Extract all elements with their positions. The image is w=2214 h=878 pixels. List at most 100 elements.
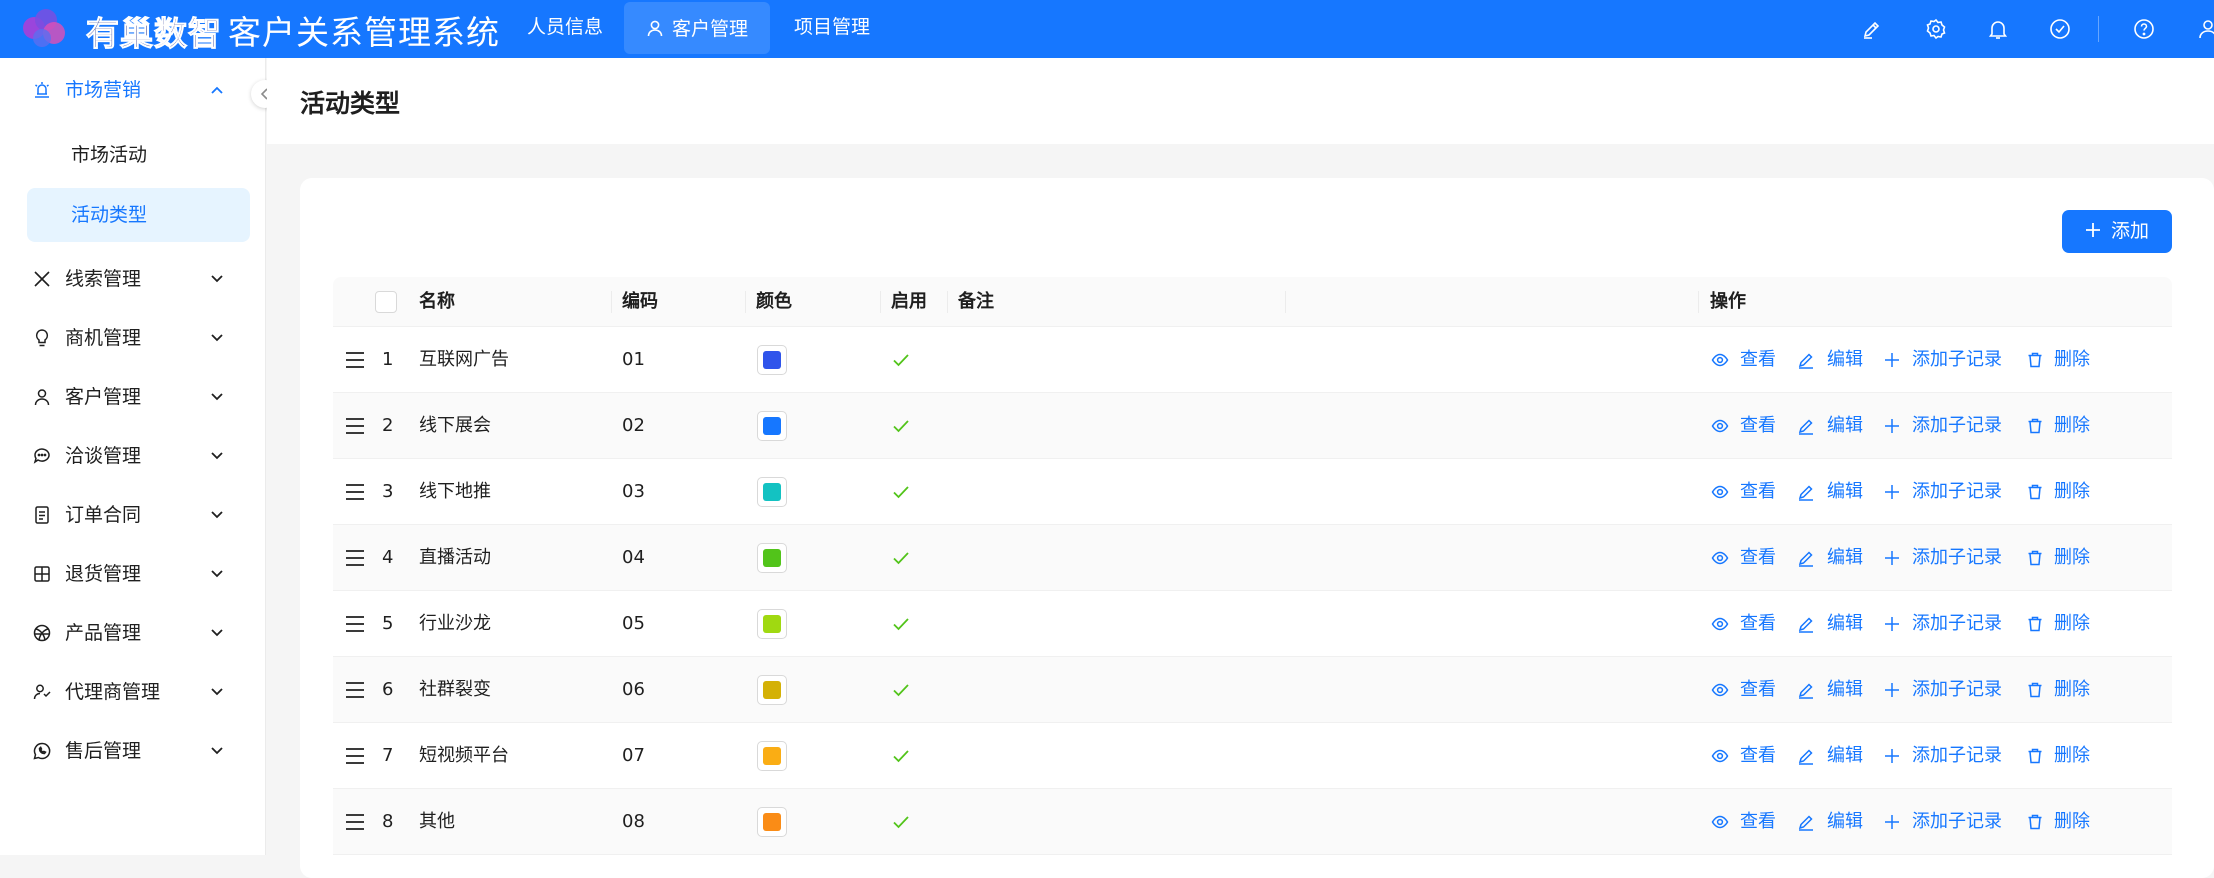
help-icon[interactable] [2132,17,2156,41]
trash-icon [2028,484,2042,500]
sidebar-group-marketing[interactable]: 市场营销 [0,61,266,119]
plus-icon [1885,749,1899,763]
sidebar-group-customer[interactable]: 客户管理 [0,368,266,426]
logo-text: 有巢数智 [86,14,222,54]
pencil-icon [1798,353,1813,369]
sidebar-item-market-activity[interactable]: 市场活动 [27,128,250,182]
row-index: 2 [382,415,394,436]
add-child-button-label: 添加子记录 [1912,811,2002,832]
activity-code: 03 [622,481,645,502]
delete-button-label: 删除 [2054,745,2090,766]
sidebar-group-product[interactable]: 产品管理 [0,604,266,662]
top-nav-personnel[interactable]: 人员信息 [527,0,603,58]
view-button-label: 查看 [1740,679,1776,700]
document-icon [35,506,49,524]
delete-button-label: 删除 [2054,547,2090,568]
pencil-icon [1798,551,1813,567]
view-button-label: 查看 [1740,349,1776,370]
activity-code: 05 [622,613,645,634]
pencil-icon [1798,749,1813,765]
table-row: 7 短视频平台 07 查看 编辑 添加子记录 删除 [333,723,2172,789]
bell-icon[interactable] [1986,17,2010,41]
row-index: 4 [382,547,394,568]
add-child-button-label: 添加子记录 [1912,415,2002,436]
column-header-code[interactable]: 编码 [622,277,658,327]
x-icon [34,271,50,287]
drag-handle-icon[interactable] [345,351,365,369]
chevron-down-icon [211,334,223,342]
activity-name: 社群裂变 [419,679,491,700]
table-row: 5 行业沙龙 05 查看 编辑 添加子记录 删除 [333,591,2172,657]
column-divider [1698,291,1699,313]
user-avatar-icon[interactable] [2196,17,2214,41]
drag-handle-icon[interactable] [345,615,365,633]
chat-icon [33,448,50,464]
top-nav-customer-label: 客户管理 [672,18,749,40]
column-divider [880,291,881,313]
chevron-down-icon [211,511,223,519]
product-icon [33,624,51,642]
sidebar-item-activity-type[interactable]: 活动类型 [27,188,250,242]
view-button-label: 查看 [1740,415,1776,436]
drag-handle-icon[interactable] [345,747,365,765]
logo-icon [23,9,65,47]
delete-button-label: 删除 [2054,613,2090,634]
edit-button-label: 编辑 [1827,349,1863,370]
gear-icon[interactable] [1924,17,1948,41]
column-header-actions: 操作 [1710,291,1746,312]
chevron-down-icon [211,452,223,460]
app-title: 客户关系管理系统 [228,13,500,52]
sidebar-group-label: 客户管理 [65,386,142,408]
column-divider [745,291,746,313]
drag-handle-icon[interactable] [345,417,365,435]
activity-name: 线下展会 [419,415,491,436]
top-nav-customer[interactable]: 客户管理 [624,2,771,54]
column-header-color[interactable]: 颜色 [756,277,792,327]
plus-icon [1885,617,1899,631]
sidebar-group-returns[interactable]: 退货管理 [0,545,266,603]
sidebar-group-after-sales[interactable]: 售后管理 [0,722,266,780]
drag-handle-icon[interactable] [345,681,365,699]
color-swatch [757,543,787,573]
delete-button-label: 删除 [2054,415,2090,436]
chevron-down-icon [211,570,223,578]
check-icon [893,684,909,697]
pencil-icon [1798,485,1813,501]
delete-button-label: 删除 [2054,349,2090,370]
column-header-remark[interactable]: 备注 [958,277,994,327]
drag-handle-icon[interactable] [345,483,365,501]
trash-icon [2028,550,2042,566]
drag-handle-icon[interactable] [345,549,365,567]
check-icon [893,486,909,499]
brush-icon[interactable] [1860,17,1884,41]
add-child-button-label: 添加子记录 [1912,481,2002,502]
sidebar-group-label: 订单合同 [65,504,142,526]
drag-handle-icon[interactable] [345,813,365,831]
sidebar-group-contract[interactable]: 订单合同 [0,486,266,544]
eye-icon [1711,617,1729,631]
table-row: 2 线下展会 02 查看 编辑 添加子记录 删除 [333,393,2172,459]
check-icon [893,618,909,631]
sidebar-group-label: 产品管理 [65,622,142,644]
edit-button-label: 编辑 [1827,811,1863,832]
pencil-icon [1798,815,1813,831]
activity-name: 线下地推 [419,481,491,502]
select-all-checkbox[interactable] [375,291,397,313]
view-button-label: 查看 [1740,547,1776,568]
sidebar-group-negotiation[interactable]: 洽谈管理 [0,427,266,485]
add-button[interactable]: 添加 [2062,210,2172,253]
color-swatch [757,345,787,375]
sidebar-group-label: 代理商管理 [65,681,161,703]
sidebar-group-agent[interactable]: 代理商管理 [0,663,266,721]
check-circle-icon[interactable] [2048,17,2072,41]
column-header-name[interactable]: 名称 [419,277,455,327]
sidebar-group-opportunity[interactable]: 商机管理 [0,309,266,367]
top-nav-project[interactable]: 项目管理 [794,0,870,58]
edit-button-label: 编辑 [1827,745,1863,766]
column-header-enabled[interactable]: 启用 [891,277,927,327]
pencil-icon [1798,617,1813,633]
view-button-label: 查看 [1740,481,1776,502]
whatsapp-icon [33,742,51,760]
color-swatch-fill [763,483,781,501]
sidebar-group-leads[interactable]: 线索管理 [0,250,266,308]
